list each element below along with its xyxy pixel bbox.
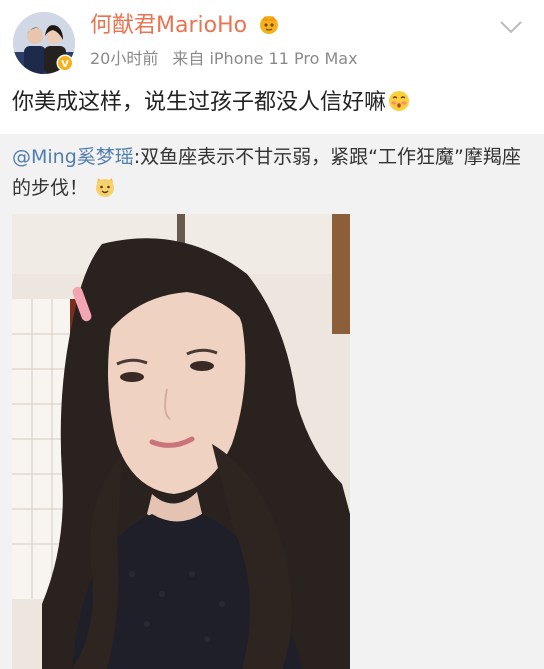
repost-text: @Ming奚梦瑶:双鱼座表示不甘示弱，紧跟“工作狂魔”摩羯座的步伐！ (12, 142, 532, 204)
shy-face-emoji-icon (389, 91, 410, 111)
post-header: V 何猷君MarioHo 20小时前 来自 iPhone 11 Pro Max (0, 0, 544, 80)
post-body-text: 你美成这样，说生过孩子都没人信好嘛 (12, 90, 387, 115)
repost-block[interactable]: @Ming奚梦瑶:双鱼座表示不甘示弱，紧跟“工作狂魔”摩羯座的步伐！ (0, 134, 544, 669)
svg-text:V: V (61, 59, 69, 70)
post-text: 你美成这样，说生过孩子都没人信好嘛 (12, 88, 410, 118)
post-time: 20小时前 (90, 49, 159, 68)
verified-badge-icon: V (56, 54, 74, 72)
post-source: 来自 iPhone 11 Pro Max (172, 49, 358, 68)
post-meta: 20小时前 来自 iPhone 11 Pro Max (90, 48, 358, 70)
username[interactable]: 何猷君MarioHo (90, 12, 247, 40)
selfie-photo[interactable] (12, 214, 350, 669)
chevron-down-icon[interactable] (498, 18, 524, 36)
cat-face-emoji-icon (96, 178, 115, 197)
repost-mention-link[interactable]: @Ming奚梦瑶 (12, 146, 134, 168)
vip-crown-icon[interactable] (258, 13, 280, 35)
